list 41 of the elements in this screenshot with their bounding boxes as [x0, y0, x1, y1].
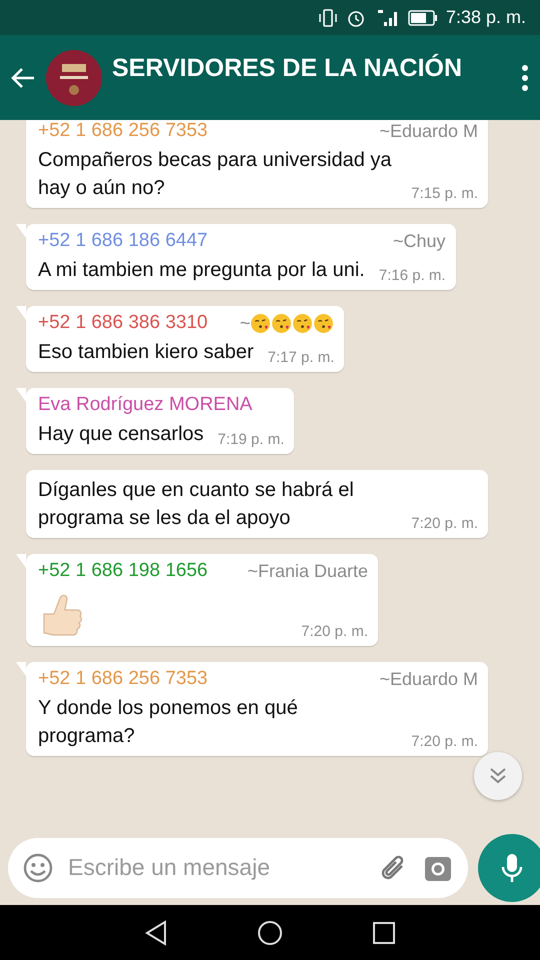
message-text: Eso tambien kiero saber [38, 340, 254, 365]
sender-name: ~Frania Duarte [247, 560, 368, 582]
battery-icon [408, 10, 438, 26]
recents-nav-icon[interactable] [372, 920, 396, 944]
kissing-face-icon [271, 312, 292, 334]
sender-name: ~Eduardo M [379, 120, 478, 142]
sender-phone[interactable]: +52 1 686 186 6447 [38, 230, 208, 252]
group-avatar[interactable] [46, 50, 102, 106]
home-nav-icon[interactable] [256, 920, 283, 946]
sender-name: ~Eduardo M [379, 668, 478, 690]
sender-phone[interactable]: +52 1 686 256 7353 [38, 668, 208, 690]
message-time: 7:20 p. m. [301, 623, 368, 640]
vibrate-icon [318, 8, 338, 28]
message-text: Hay que censarlos [38, 422, 204, 447]
message-time: 7:16 p. m. [378, 267, 446, 284]
back-nav-icon[interactable] [144, 920, 168, 946]
sender-phone[interactable]: +52 1 686 386 3310 [38, 312, 208, 334]
message-bar[interactable]: Escribe un mensaje [8, 838, 468, 898]
message-time: 7:15 p. m. [411, 185, 478, 202]
sender-name: ~ [240, 312, 250, 334]
message-time: 7:17 p. m. [268, 349, 334, 366]
mic-icon [501, 852, 523, 882]
message-text: Y donde los ponemos en qué programa? [38, 696, 299, 749]
kissing-face-icon [292, 312, 314, 334]
kissing-face-icon [313, 312, 334, 334]
sender-phone[interactable]: Eva Rodríguez MORENA [38, 394, 252, 416]
message-time: 7:20 p. m. [411, 515, 478, 532]
sender-phone[interactable]: +52 1 686 198 1656 [38, 560, 208, 582]
sender-name: ~Chuy [393, 230, 446, 252]
back-arrow-icon[interactable] [10, 66, 36, 90]
message-text: Díganles que en cuanto se habrá el programa se les da el apoyo [38, 478, 355, 531]
sender-phone[interactable]: +52 1 686 256 7353 [38, 120, 208, 142]
message-time: 7:19 p. m. [218, 431, 284, 448]
scroll-down-button[interactable] [474, 752, 522, 800]
message-text: A mi tambien me pregunta por la uni. [38, 258, 365, 283]
kissing-face-icon [250, 312, 272, 334]
menu-icon[interactable] [520, 64, 530, 92]
message-time: 7:20 p. m. [411, 733, 478, 750]
status-time: 7:38 p. m. [446, 7, 526, 28]
message-text: Compañeros becas para universidad ya hay o aún no? [38, 148, 393, 201]
emoji-icon[interactable] [22, 852, 54, 884]
